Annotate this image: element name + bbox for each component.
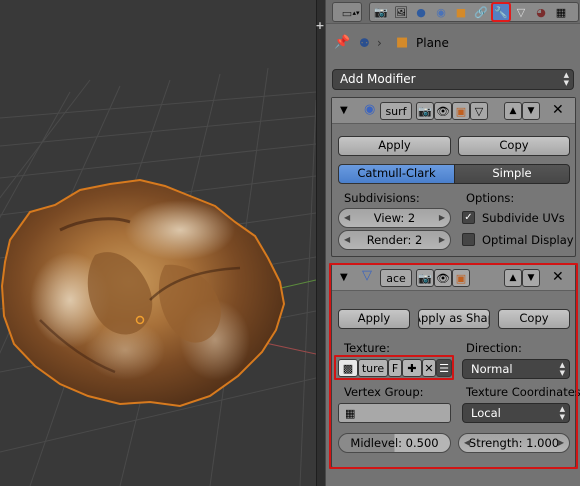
properties-header: ▭ ▴▾ 📷 🖼 ● ◉ ■ 🔗 🔧 ▽ ◕ ▦ (326, 0, 580, 24)
world-icon[interactable]: ◉ (432, 3, 450, 21)
optimal-display-checkbox[interactable] (462, 233, 475, 246)
cage-toggle-icon[interactable]: ▽ (470, 102, 488, 120)
object-cube-icon: ■ (396, 35, 409, 50)
bread-mesh (0, 178, 286, 408)
increment-icon[interactable]: ▶ (439, 213, 445, 222)
chevron-right-icon: › (377, 36, 382, 50)
render-toggle-icon[interactable]: 📷 (416, 102, 434, 120)
object-icon[interactable]: ■ (452, 3, 470, 21)
subsurf-modifier-panel: ▼ ◉ surf 📷 👁 ▣ ▽ ▲ ▼ ✕ Apply Copy Catmul… (331, 97, 576, 257)
subdivide-uvs-checkbox[interactable]: ✓ (462, 211, 475, 224)
modifiers-icon[interactable]: 🔧 (491, 2, 511, 22)
editor-type-selector[interactable]: ▭ ▴▾ (332, 2, 362, 22)
texture-icon[interactable]: ▦ (552, 3, 570, 21)
decrement-icon[interactable]: ◀ (344, 213, 350, 222)
subsurf-name-field[interactable]: surf (380, 102, 412, 120)
area-splitter[interactable]: + (314, 0, 326, 486)
chevron-updown-icon: ▴▾ (352, 8, 360, 17)
editmode-toggle-icon[interactable]: ▣ (452, 102, 470, 120)
object-name: Plane (416, 36, 449, 50)
move-up-icon[interactable]: ▲ (504, 102, 522, 120)
view-levels-field[interactable]: ◀ View: 2 ▶ (338, 208, 451, 228)
options-label: Options: (466, 191, 515, 205)
copy-button[interactable]: Copy (458, 136, 570, 156)
add-area-icon[interactable]: + (314, 20, 326, 32)
chevron-updown-icon: ▲ ▼ (563, 71, 569, 87)
3d-viewport[interactable] (0, 0, 316, 486)
subsurf-modifier-header: ▼ ◉ surf 📷 👁 ▣ ▽ ▲ ▼ ✕ (332, 98, 575, 124)
pin-icon[interactable]: 📌 (334, 35, 350, 51)
scene-icon[interactable]: ● (412, 3, 430, 21)
context-tabs: 📷 🖼 ● ◉ ■ 🔗 🔧 ▽ ◕ ▦ (369, 2, 579, 22)
apply-button[interactable]: Apply (338, 136, 451, 156)
render-icon[interactable]: 📷 (372, 3, 390, 21)
subdivide-uvs-label: Subdivide UVs (482, 211, 565, 225)
subdivisions-label: Subdivisions: (344, 191, 420, 205)
breadcrumb: 📌 ⚉ › ■ Plane (326, 32, 580, 54)
add-modifier-label: Add Modifier (340, 72, 416, 86)
scene-link-icon: ⚉ (359, 36, 370, 50)
render-layers-icon[interactable]: 🖼 (392, 3, 410, 21)
decrement-icon[interactable]: ◀ (344, 235, 350, 244)
close-icon[interactable]: ✕ (552, 103, 564, 117)
displace-highlight-box (329, 263, 578, 469)
constraints-icon[interactable]: 🔗 (472, 3, 490, 21)
collapse-triangle-icon[interactable]: ▼ (340, 104, 348, 118)
render-levels-field[interactable]: ◀ Render: 2 ▶ (338, 230, 451, 250)
add-modifier-dropdown[interactable]: Add Modifier ▲ ▼ (332, 69, 574, 90)
move-down-icon[interactable]: ▼ (522, 102, 540, 120)
properties-editor: ▭ ▴▾ 📷 🖼 ● ◉ ■ 🔗 🔧 ▽ ◕ ▦ 📌 ⚉ › ■ Plane A… (326, 0, 580, 486)
viewport-toggle-icon[interactable]: 👁 (434, 102, 452, 120)
optimal-display-label: Optimal Display (482, 233, 574, 247)
material-icon[interactable]: ◕ (532, 3, 550, 21)
tab-simple[interactable]: Simple (454, 164, 570, 184)
subsurf-modifier-icon: ◉ (364, 102, 376, 117)
viewport-canvas (0, 67, 316, 486)
tab-catmull-clark[interactable]: Catmull-Clark (338, 164, 455, 184)
increment-icon[interactable]: ▶ (439, 235, 445, 244)
data-icon[interactable]: ▽ (512, 3, 530, 21)
